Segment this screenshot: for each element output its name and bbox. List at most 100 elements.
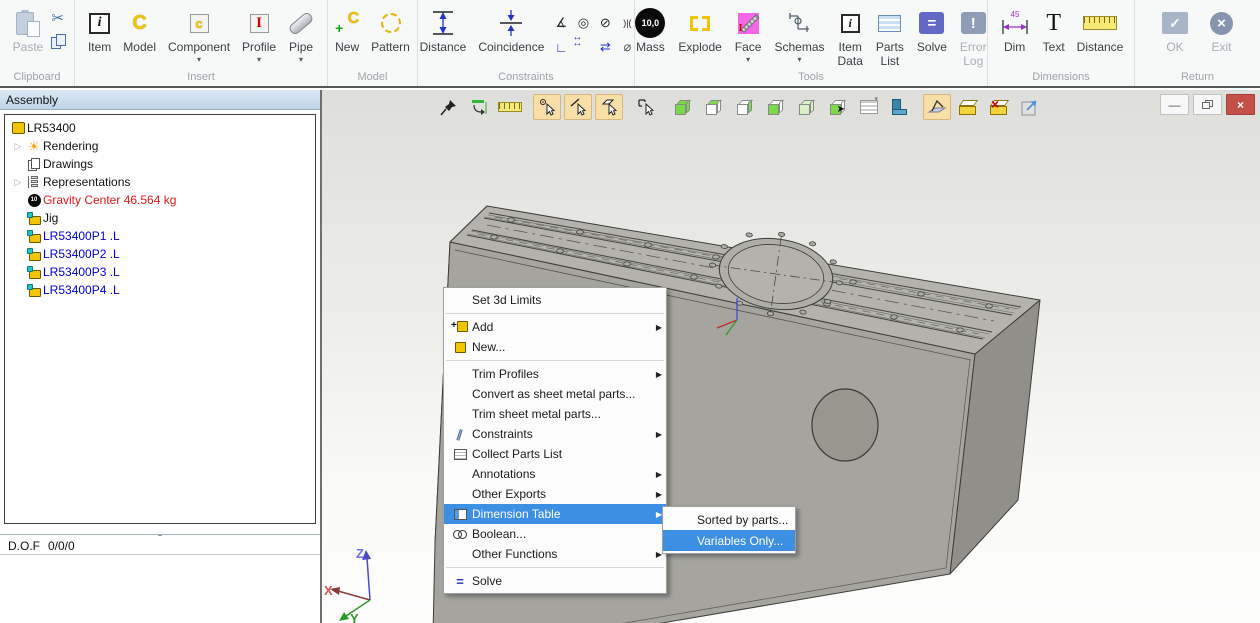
- menu-item-add[interactable]: + Add ▶: [444, 317, 666, 337]
- tree-item-part-1[interactable]: LR53400P1 .L: [5, 227, 315, 245]
- item-data-button[interactable]: i Item Data: [832, 5, 869, 69]
- item-button[interactable]: i Item: [82, 5, 117, 55]
- paste-button[interactable]: Paste: [7, 5, 50, 55]
- view-isometric-toolbar-button[interactable]: [793, 94, 821, 120]
- tangent-constraint-icon[interactable]: ⊘: [594, 11, 616, 35]
- tree-item-representations[interactable]: ▷ Representations: [5, 173, 315, 191]
- menu-item-convert-sheet-metal[interactable]: Convert as sheet metal parts...: [444, 384, 666, 404]
- schemas-label: Schemas: [774, 41, 824, 55]
- face-button[interactable]: I Face ▾: [729, 5, 768, 64]
- view-top-face-toolbar-button[interactable]: [700, 94, 728, 120]
- select-face-toolbar-button[interactable]: [595, 94, 623, 120]
- profile-button[interactable]: I Profile ▾: [236, 5, 282, 64]
- close-button[interactable]: ×: [1226, 94, 1255, 115]
- submenu-item-label: Sorted by parts...: [697, 513, 788, 527]
- menu-item-set-3d-limits[interactable]: Set 3d Limits: [444, 290, 666, 310]
- parts-list-label-2: List: [881, 55, 900, 69]
- pattern-button[interactable]: Pattern: [365, 5, 416, 55]
- distance-constraint-label: Distance: [420, 41, 467, 55]
- expand-view-toolbar-button[interactable]: [1016, 94, 1044, 120]
- viewport-toolbar: ➤ ▾ ×: [434, 94, 1044, 120]
- menu-item-dimension-table[interactable]: Dimension Table ▶: [444, 504, 666, 524]
- coincidence-button[interactable]: Coincidence: [472, 5, 550, 55]
- mass-button[interactable]: 10,0 Mass: [629, 5, 671, 55]
- tree-item-part-2[interactable]: LR53400P2 .L: [5, 245, 315, 263]
- pin-toolbar-button[interactable]: [434, 94, 462, 120]
- perpendicular-constraint-icon[interactable]: ∟: [550, 35, 572, 59]
- select-component-toolbar-button[interactable]: [632, 94, 660, 120]
- box-open-toolbar-button[interactable]: [954, 94, 982, 120]
- tree-item-drawings[interactable]: Drawings: [5, 155, 315, 173]
- part-solid-icon: [891, 99, 909, 115]
- select-edge-toolbar-button[interactable]: [564, 94, 592, 120]
- tree-item-rendering[interactable]: ▷ ☀ Rendering: [5, 137, 315, 155]
- schemas-button[interactable]: Schemas ▾: [768, 5, 830, 64]
- menu-item-label: New...: [472, 340, 662, 354]
- submenu-item-sorted-by-parts[interactable]: Sorted by parts...: [663, 509, 795, 530]
- tree-item-part-4[interactable]: LR53400P4 .L: [5, 281, 315, 299]
- ruler-toolbar-button[interactable]: [496, 94, 524, 120]
- minimize-button[interactable]: —: [1160, 94, 1189, 115]
- distance-constraint-button[interactable]: Distance: [414, 5, 473, 55]
- copy-icon[interactable]: [51, 34, 67, 50]
- dimension-table-icon: [454, 509, 467, 520]
- dim-button[interactable]: 45 Dim: [993, 5, 1037, 55]
- ok-button[interactable]: ✓ OK: [1156, 5, 1194, 55]
- minimize-icon: —: [1169, 98, 1181, 112]
- model-button[interactable]: C Model: [117, 5, 162, 55]
- menu-item-other-exports[interactable]: Other Exports ▶: [444, 484, 666, 504]
- view-right-face-toolbar-button[interactable]: [731, 94, 759, 120]
- submenu-item-label: Variables Only...: [697, 534, 783, 548]
- axis-y-label: Y: [350, 611, 359, 623]
- menu-item-new[interactable]: New...: [444, 337, 666, 357]
- component-button[interactable]: c Component ▾: [162, 5, 236, 64]
- parts-list-button[interactable]: Parts List: [870, 5, 910, 69]
- submenu-item-variables-only[interactable]: Variables Only...: [663, 530, 795, 551]
- view-front-face-toolbar-button[interactable]: [762, 94, 790, 120]
- sketch-plane-toolbar-button[interactable]: [923, 94, 951, 120]
- component-dropdown-caret[interactable]: ▾: [197, 56, 201, 64]
- profile-dropdown-caret[interactable]: ▾: [257, 56, 261, 64]
- menu-item-solve[interactable]: = Solve: [444, 571, 666, 591]
- pipe-dropdown-caret[interactable]: ▾: [299, 56, 303, 64]
- exit-button[interactable]: × Exit: [1204, 5, 1239, 55]
- menu-item-boolean[interactable]: Boolean...: [444, 524, 666, 544]
- new-button[interactable]: C+ New: [329, 5, 365, 55]
- measure-move-toolbar-button[interactable]: [465, 94, 493, 120]
- part-mode-toolbar-button[interactable]: [886, 94, 914, 120]
- expander-icon[interactable]: ▷: [11, 141, 25, 152]
- menu-item-trim-sheet-metal[interactable]: Trim sheet metal parts...: [444, 404, 666, 424]
- restore-button[interactable]: [1193, 94, 1222, 115]
- distance-measure-label: Distance: [1077, 41, 1124, 55]
- tree-item-gravity-center[interactable]: 10 Gravity Center 46.564 kg: [5, 191, 315, 209]
- expander-icon[interactable]: ▷: [11, 177, 25, 188]
- equal-distance-constraint-icon[interactable]: ↔↔: [572, 35, 594, 59]
- pipe-button[interactable]: Pipe ▾: [282, 5, 320, 64]
- error-log-button[interactable]: ! Error Log: [954, 5, 993, 69]
- parallel-constraint-icon[interactable]: ⇄: [594, 35, 616, 59]
- menu-item-other-functions[interactable]: Other Functions ▶: [444, 544, 666, 564]
- tree-item-root[interactable]: LR53400: [5, 119, 315, 137]
- cut-icon[interactable]: ✂: [51, 11, 67, 26]
- view-select-toolbar-button[interactable]: ➤: [824, 94, 852, 120]
- face-dropdown-caret[interactable]: ▾: [746, 56, 750, 64]
- display-list-toolbar-button[interactable]: ▾: [855, 94, 883, 120]
- tree-item-jig[interactable]: Jig: [5, 209, 315, 227]
- explode-button[interactable]: Explode: [672, 5, 727, 55]
- ribbon-group-model: C+ New Pattern Model: [328, 0, 418, 86]
- menu-item-trim-profiles[interactable]: Trim Profiles ▶: [444, 364, 666, 384]
- box-delete-toolbar-button[interactable]: ×: [985, 94, 1013, 120]
- distance-measure-button[interactable]: Distance: [1071, 5, 1130, 55]
- text-button[interactable]: T Text: [1037, 5, 1071, 55]
- solve-button[interactable]: = Solve: [911, 5, 953, 55]
- schemas-dropdown-caret[interactable]: ▾: [797, 56, 801, 64]
- model-group-label: Model: [328, 71, 417, 83]
- view-shaded-toolbar-button[interactable]: [669, 94, 697, 120]
- menu-item-collect-parts-list[interactable]: Collect Parts List: [444, 444, 666, 464]
- tree-item-part-3[interactable]: LR53400P3 .L: [5, 263, 315, 281]
- select-point-toolbar-button[interactable]: [533, 94, 561, 120]
- menu-item-annotations[interactable]: Annotations ▶: [444, 464, 666, 484]
- angle-constraint-icon[interactable]: ∡: [550, 11, 572, 35]
- menu-item-constraints[interactable]: ∥ Constraints ▶: [444, 424, 666, 444]
- panel-collapse-handle[interactable]: ▾: [0, 526, 320, 535]
